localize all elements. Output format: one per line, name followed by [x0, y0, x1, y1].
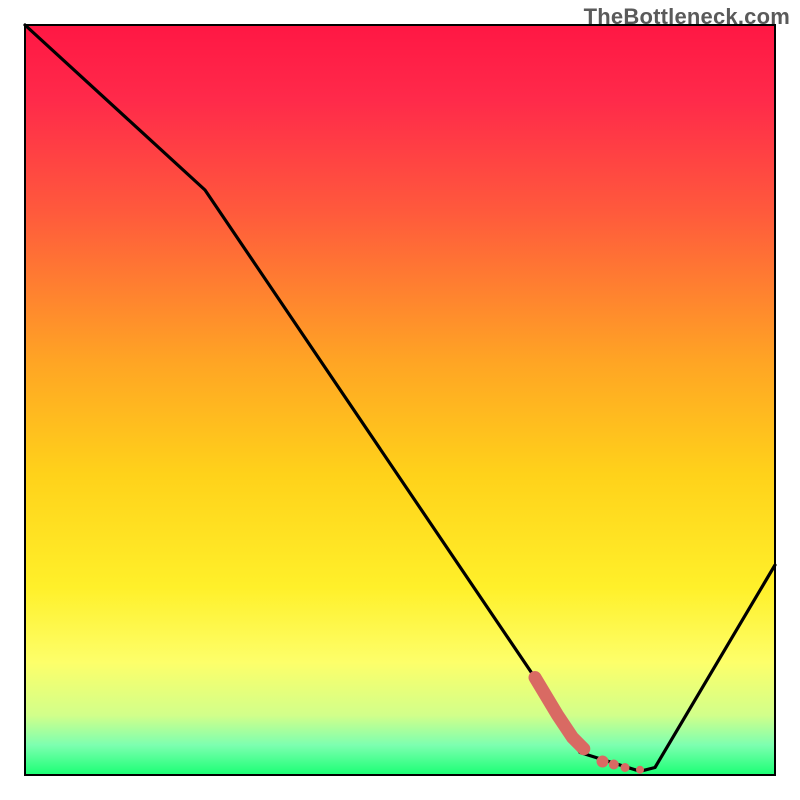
bottleneck-chart: TheBottleneck.com — [0, 0, 800, 800]
attribution-label: TheBottleneck.com — [584, 4, 790, 30]
highlight-dot — [597, 756, 609, 768]
plot-svg — [0, 0, 800, 800]
plot-background — [25, 25, 775, 775]
highlight-dot — [636, 766, 644, 774]
highlight-dot — [609, 760, 619, 770]
highlight-dot — [621, 763, 630, 772]
